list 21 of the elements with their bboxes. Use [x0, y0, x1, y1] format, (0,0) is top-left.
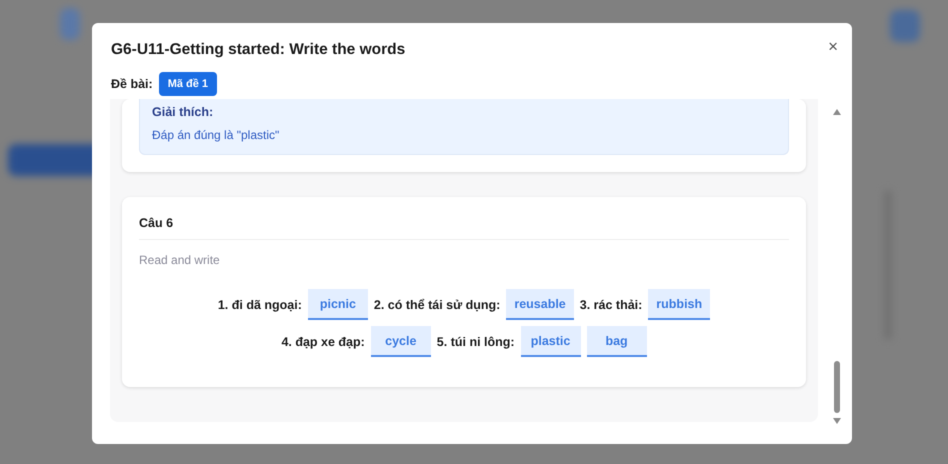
exam-tab[interactable]: Mã đề 1 [158, 72, 218, 96]
answer-box: reusable [506, 289, 574, 320]
answer-box: plastic [520, 326, 581, 357]
scroll-down-icon[interactable] [832, 417, 842, 425]
prompt-label: 3. rác thải: [580, 298, 642, 312]
question-title: Câu 6 [139, 216, 174, 230]
close-button[interactable]: × [826, 38, 840, 54]
instruction-text: Read and write [139, 253, 221, 267]
dialog-title: G6-U11-Getting started: Write the words [111, 41, 406, 59]
prompt-label: 2. có thể tái sử dụng: [374, 298, 500, 312]
prompt-label: 1. đi dã ngoại: [218, 298, 302, 312]
explanation-title: Giải thích: [152, 105, 214, 119]
answer-box: rubbish [648, 289, 710, 320]
answer-box: picnic [308, 289, 368, 320]
prompt-label: 5. túi ni lông: [436, 334, 515, 348]
prompt-label: 4. đạp xe đạp: [281, 334, 365, 348]
exam-label: Đề bài: [111, 77, 153, 91]
scroll-up-icon[interactable] [832, 108, 842, 116]
answer-box: cycle [370, 326, 431, 357]
explanation-text: Đáp án đúng là "plastic" [152, 128, 280, 142]
answer-box: bag [586, 326, 647, 357]
